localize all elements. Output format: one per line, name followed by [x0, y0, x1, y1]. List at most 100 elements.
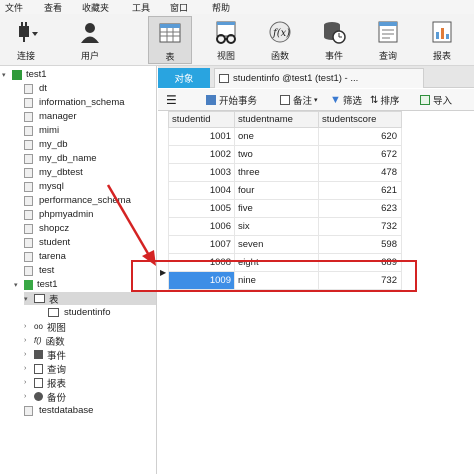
menu-file[interactable]: 文件 [5, 1, 23, 14]
tree-db-my-db[interactable]: my_db [24, 138, 68, 151]
table-button[interactable]: 表 [148, 16, 192, 64]
tree-db-label: tarena [39, 251, 66, 262]
report-button[interactable]: 报表 [420, 16, 464, 64]
tree-db-information-schema[interactable]: information_schema [24, 96, 125, 109]
query-button[interactable]: 查询 [366, 16, 410, 64]
column-header-studentid[interactable]: studentid [168, 111, 235, 128]
menu-help[interactable]: 帮助 [212, 1, 230, 14]
view-button[interactable]: 视图 [204, 16, 248, 64]
database-icon [24, 83, 33, 94]
expand-icon[interactable]: › [24, 337, 32, 344]
menu-favorites[interactable]: 收藏夹 [82, 1, 109, 14]
tree-db-test1-open[interactable]: ▾ test1 [14, 278, 58, 291]
menu-window[interactable]: 窗口 [170, 1, 188, 14]
tree-db-my-db-name[interactable]: my_db_name [24, 152, 97, 165]
expand-icon[interactable]: › [24, 351, 32, 358]
tree-db-testdatabase[interactable]: testdatabase [24, 404, 93, 417]
cell-studentscore[interactable]: 598 [318, 235, 402, 254]
note-button[interactable]: 备注 ▾ [280, 93, 318, 107]
collapse-icon[interactable]: ▾ [14, 281, 22, 289]
tree-node-views[interactable]: › oo 视图 [24, 320, 66, 334]
cell-studentname[interactable]: four [234, 181, 319, 200]
tree-node-backups[interactable]: › 备份 [24, 390, 66, 404]
menu-tools[interactable]: 工具 [132, 1, 150, 14]
filter-button[interactable]: ▼ 筛选 [330, 93, 362, 107]
cell-studentid[interactable]: 1004 [168, 181, 235, 200]
import-button[interactable]: 导入 [420, 93, 452, 107]
expand-icon[interactable]: › [24, 365, 32, 372]
cell-studentname[interactable]: seven [234, 235, 319, 254]
tree-node-reports[interactable]: › 报表 [24, 376, 66, 390]
connect-button[interactable]: 连接 [4, 16, 48, 64]
table-row[interactable]: 1006 six 732 [168, 217, 402, 236]
plug-icon [13, 19, 39, 45]
tree-db-phpmyadmin[interactable]: phpmyadmin [24, 208, 93, 221]
begin-transaction-button[interactable]: 开始事务 [206, 93, 257, 107]
cell-studentid[interactable]: 1006 [168, 217, 235, 236]
cell-studentid[interactable]: 1002 [168, 145, 235, 164]
connection-node[interactable]: ▾ test1 [2, 68, 47, 81]
tree-node-functions[interactable]: › f() 函数 [24, 334, 65, 348]
connect-label: 连接 [16, 51, 35, 61]
cell-studentscore[interactable]: 623 [318, 199, 402, 218]
table-row[interactable]: 1001 one 620 [168, 127, 402, 146]
sort-button[interactable]: ⇅ 排序 [370, 93, 399, 108]
cell-studentname[interactable]: five [234, 199, 319, 218]
tree-db-tarena[interactable]: tarena [24, 250, 66, 263]
cell-studentname[interactable]: three [234, 163, 319, 182]
table-row[interactable]: 1003 three 478 [168, 163, 402, 182]
expand-icon[interactable]: › [24, 393, 32, 400]
cell-studentscore[interactable]: 621 [318, 181, 402, 200]
tree-table-studentinfo[interactable]: studentinfo [48, 306, 110, 319]
cell-studentscore[interactable]: 478 [318, 163, 402, 182]
expand-icon[interactable]: › [24, 323, 32, 330]
import-icon [420, 95, 430, 105]
cell-studentscore[interactable]: 672 [318, 145, 402, 164]
table-row[interactable]: 1007 seven 598 [168, 235, 402, 254]
tree-db-test[interactable]: test [24, 264, 54, 277]
database-icon [24, 167, 33, 178]
table-row[interactable]: 1005 five 623 [168, 199, 402, 218]
tree-db-performance-schema[interactable]: performance_schema [24, 194, 131, 207]
cell-studentid[interactable]: 1007 [168, 235, 235, 254]
tree-db-student[interactable]: student [24, 236, 70, 249]
cell-studentscore[interactable]: 732 [318, 217, 402, 236]
menu-icon[interactable]: ☰ [166, 93, 177, 107]
cell-studentname[interactable]: two [234, 145, 319, 164]
collapse-icon[interactable]: ▾ [2, 71, 10, 79]
cell-studentname[interactable]: one [234, 127, 319, 146]
table-row[interactable]: 1002 two 672 [168, 145, 402, 164]
tree-db-label: test [39, 265, 55, 276]
collapse-icon[interactable]: ▾ [24, 295, 32, 303]
user-button[interactable]: 用户 [68, 16, 112, 64]
table-icon [157, 20, 183, 46]
tab-studentinfo[interactable]: studentinfo @test1 (test1) - ... [214, 68, 424, 88]
table-row[interactable]: 1004 four 621 [168, 181, 402, 200]
tab-objects[interactable]: 对象 [158, 68, 210, 88]
tree-node-queries[interactable]: › 查询 [24, 362, 66, 376]
menu-view[interactable]: 查看 [44, 1, 62, 14]
tree-db-shopcz[interactable]: shopcz [24, 222, 69, 235]
expand-icon[interactable]: › [24, 379, 32, 386]
tree-db-mysql[interactable]: mysql [24, 180, 64, 193]
query-label: 查询 [378, 51, 397, 61]
tree-db-label: dt [39, 83, 47, 94]
tree-db-label: manager [39, 111, 77, 122]
cell-studentid[interactable]: 1001 [168, 127, 235, 146]
tree-db-my-dbtest[interactable]: my_dbtest [24, 166, 83, 179]
tree-node-events[interactable]: › 事件 [24, 348, 66, 362]
function-button[interactable]: f(x) 函数 [258, 16, 302, 64]
database-open-icon [24, 279, 33, 290]
event-button[interactable]: 事件 [312, 16, 356, 64]
tree-db-dt[interactable]: dt [24, 82, 47, 95]
tree-db-manager[interactable]: manager [24, 110, 77, 123]
column-header-studentname[interactable]: studentname [234, 111, 319, 128]
tree-db-mimi[interactable]: mimi [24, 124, 59, 137]
cell-studentid[interactable]: 1005 [168, 199, 235, 218]
tree-tables-node[interactable]: ▾ 表 [24, 292, 156, 306]
cell-studentid[interactable]: 1003 [168, 163, 235, 182]
column-header-studentscore[interactable]: studentscore [318, 111, 402, 128]
cell-studentscore[interactable]: 620 [318, 127, 402, 146]
tree-db-label: phpmyadmin [39, 209, 94, 220]
cell-studentname[interactable]: six [234, 217, 319, 236]
